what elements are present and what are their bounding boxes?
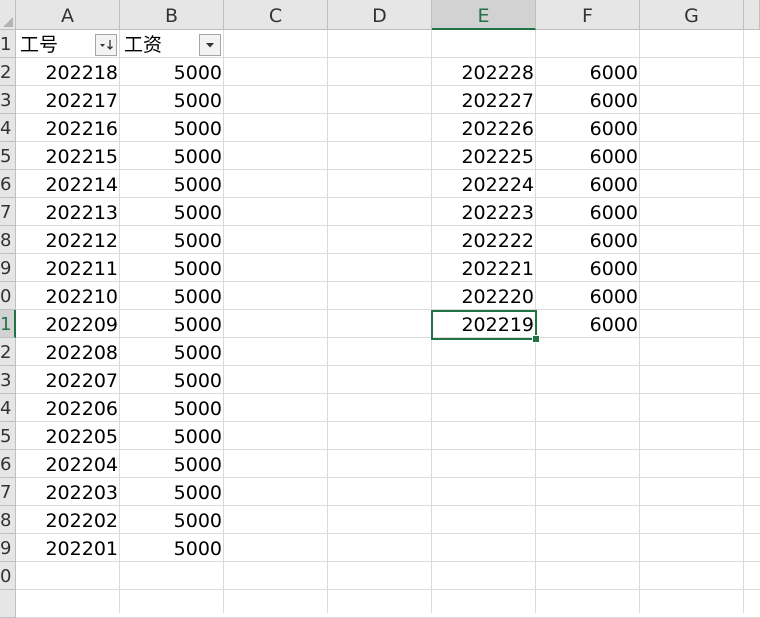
- cell-employee-id[interactable]: 202218: [16, 58, 120, 86]
- column-header-b[interactable]: B: [120, 0, 224, 30]
- cell-f-value[interactable]: 6000: [536, 226, 640, 254]
- cell-f-value[interactable]: 6000: [536, 142, 640, 170]
- column-header-h-partial[interactable]: [744, 0, 760, 30]
- cell-employee-id[interactable]: 202212: [16, 226, 120, 254]
- row-header[interactable]: 7: [0, 478, 16, 506]
- gridline-horizontal: [16, 589, 760, 590]
- cell-salary[interactable]: 5000: [120, 534, 224, 562]
- cell-salary[interactable]: 5000: [120, 142, 224, 170]
- cell-employee-id[interactable]: 202214: [16, 170, 120, 198]
- row-header[interactable]: 8: [0, 506, 16, 534]
- row-header[interactable]: 9: [0, 254, 16, 282]
- cell-employee-id[interactable]: 202209: [16, 310, 120, 338]
- cell-salary[interactable]: 5000: [120, 450, 224, 478]
- cell-employee-id[interactable]: 202201: [16, 534, 120, 562]
- row-header[interactable]: 3: [0, 366, 16, 394]
- cell-employee-id[interactable]: 202205: [16, 422, 120, 450]
- cell-e-value[interactable]: 202223: [432, 198, 536, 226]
- cell-employee-id[interactable]: 202208: [16, 338, 120, 366]
- cell-salary[interactable]: 5000: [120, 282, 224, 310]
- select-all-triangle-icon: [3, 17, 13, 27]
- column-header-f[interactable]: F: [536, 0, 640, 30]
- row-header[interactable]: 0: [0, 562, 16, 590]
- cell-e-value[interactable]: 202224: [432, 170, 536, 198]
- cell-employee-id[interactable]: 202203: [16, 478, 120, 506]
- cell-employee-id[interactable]: 202217: [16, 86, 120, 114]
- cell-salary[interactable]: 5000: [120, 310, 224, 338]
- sort-descending-filter-icon: [100, 40, 113, 50]
- cell-f-value[interactable]: 6000: [536, 254, 640, 282]
- row-header[interactable]: 9: [0, 534, 16, 562]
- cell-e-value[interactable]: 202221: [432, 254, 536, 282]
- select-all-corner[interactable]: [0, 0, 16, 30]
- cell-salary[interactable]: 5000: [120, 114, 224, 142]
- cell-employee-id[interactable]: 202216: [16, 114, 120, 142]
- cell-salary[interactable]: 5000: [120, 394, 224, 422]
- cell-employee-id[interactable]: 202210: [16, 282, 120, 310]
- row-header[interactable]: 6: [0, 170, 16, 198]
- cell-salary[interactable]: 5000: [120, 506, 224, 534]
- cell-f-value[interactable]: 6000: [536, 86, 640, 114]
- cell-salary[interactable]: 5000: [120, 254, 224, 282]
- cell-f-value[interactable]: 6000: [536, 310, 640, 338]
- cell-f-value[interactable]: 6000: [536, 282, 640, 310]
- row-header[interactable]: 8: [0, 226, 16, 254]
- row-header[interactable]: 5: [0, 142, 16, 170]
- row-header[interactable]: 5: [0, 422, 16, 450]
- cell-employee-id[interactable]: 202204: [16, 450, 120, 478]
- cell-f-value[interactable]: 6000: [536, 58, 640, 86]
- cell-salary[interactable]: 5000: [120, 198, 224, 226]
- cell-e-value[interactable]: 202228: [432, 58, 536, 86]
- gridline-vertical: [743, 30, 744, 613]
- filter-dropdown-icon: [206, 43, 214, 48]
- cell-f-value[interactable]: 6000: [536, 114, 640, 142]
- cell-employee-id[interactable]: 202213: [16, 198, 120, 226]
- cell-salary[interactable]: 5000: [120, 170, 224, 198]
- spreadsheet-grid[interactable]: A B C D E F G 1 2 3 4 5 6 7 8 9 0 1 2 3 4 5 6 7 8 9 0 工号 工资 202218 202…: [0, 0, 760, 618]
- cell-salary[interactable]: 5000: [120, 422, 224, 450]
- row-header[interactable]: 6: [0, 450, 16, 478]
- column-header-e[interactable]: E: [432, 0, 536, 30]
- filter-button-salary[interactable]: [199, 34, 221, 56]
- column-header-c[interactable]: C: [224, 0, 328, 30]
- row-header[interactable]: 7: [0, 198, 16, 226]
- column-header-d[interactable]: D: [328, 0, 432, 30]
- cell-f-value[interactable]: 6000: [536, 170, 640, 198]
- column-header-a[interactable]: A: [16, 0, 120, 30]
- row-header[interactable]: 0: [0, 282, 16, 310]
- cell-salary[interactable]: 5000: [120, 86, 224, 114]
- row-header[interactable]: [0, 590, 16, 618]
- cell-employee-id[interactable]: 202207: [16, 366, 120, 394]
- cell-employee-id[interactable]: 202202: [16, 506, 120, 534]
- cell-e-value[interactable]: 202222: [432, 226, 536, 254]
- row-header[interactable]: 2: [0, 338, 16, 366]
- cell-salary[interactable]: 5000: [120, 366, 224, 394]
- row-header[interactable]: 4: [0, 394, 16, 422]
- cell-employee-id[interactable]: 202206: [16, 394, 120, 422]
- cell-e-value[interactable]: 202226: [432, 114, 536, 142]
- column-header-g[interactable]: G: [640, 0, 744, 30]
- cell-f-value[interactable]: 6000: [536, 198, 640, 226]
- fill-handle[interactable]: [532, 335, 540, 343]
- row-header[interactable]: 3: [0, 86, 16, 114]
- filter-button-employee-id[interactable]: [95, 34, 117, 56]
- gridline-vertical: [327, 30, 328, 613]
- active-cell-E11[interactable]: [431, 310, 537, 340]
- cell-salary[interactable]: 5000: [120, 338, 224, 366]
- cell-salary[interactable]: 5000: [120, 478, 224, 506]
- cell-e-value[interactable]: 202227: [432, 86, 536, 114]
- cell-salary[interactable]: 5000: [120, 58, 224, 86]
- cell-e-value[interactable]: 202220: [432, 282, 536, 310]
- row-header[interactable]: 4: [0, 114, 16, 142]
- cell-e-value[interactable]: 202225: [432, 142, 536, 170]
- cell-employee-id[interactable]: 202211: [16, 254, 120, 282]
- cell-salary[interactable]: 5000: [120, 226, 224, 254]
- row-header[interactable]: 1: [0, 30, 16, 58]
- cell-employee-id[interactable]: 202215: [16, 142, 120, 170]
- row-header[interactable]: 2: [0, 58, 16, 86]
- row-header[interactable]: 1: [0, 310, 16, 338]
